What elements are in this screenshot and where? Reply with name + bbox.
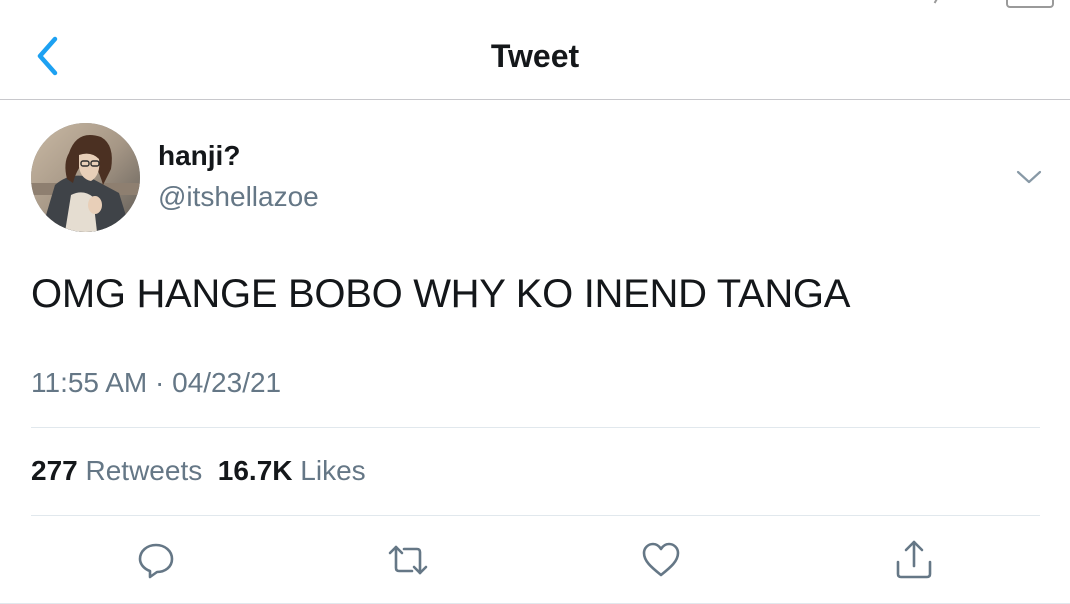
reply-icon — [138, 543, 174, 579]
battery-icon — [1006, 0, 1054, 8]
page-title: Tweet — [490, 38, 580, 74]
tweet-text: OMG HANGE BOBO WHY KO INEND TANGA — [31, 272, 851, 316]
avatar-image — [31, 123, 140, 232]
chevron-down-icon — [1016, 170, 1042, 184]
retweets-label: Retweets — [85, 455, 203, 486]
retweets-count: 277 — [31, 455, 78, 486]
avatar[interactable] — [31, 123, 140, 232]
reply-button[interactable] — [134, 538, 178, 582]
retweets-stat[interactable]: 277 Retweets — [31, 455, 202, 486]
wifi-icon — [928, 0, 940, 4]
author-display-name[interactable]: hanji? — [158, 138, 240, 174]
divider — [31, 427, 1040, 428]
likes-stat[interactable]: 16.7K Likes — [218, 455, 366, 486]
author-handle[interactable]: @itshellazoe — [158, 180, 319, 214]
likes-count: 16.7K — [217, 455, 293, 486]
like-icon — [642, 542, 680, 577]
divider — [31, 515, 1040, 516]
share-icon — [896, 540, 932, 579]
more-options-button[interactable] — [1014, 166, 1044, 188]
tweet-timestamp: 11:55 AM · 04/23/21 — [31, 364, 281, 402]
retweet-button[interactable] — [386, 538, 430, 582]
tweet-stats: 277 Retweets 16.7K Likes — [31, 452, 366, 490]
likes-label: Likes — [300, 455, 366, 486]
share-button[interactable] — [892, 538, 936, 582]
like-button[interactable] — [639, 538, 683, 582]
navigation-header: Tweet — [0, 0, 1070, 100]
tweet-date: 04/23/21 — [172, 367, 282, 398]
timestamp-separator: · — [155, 367, 165, 398]
retweet-icon — [388, 545, 428, 575]
tweet-time: 11:55 AM — [31, 367, 148, 398]
